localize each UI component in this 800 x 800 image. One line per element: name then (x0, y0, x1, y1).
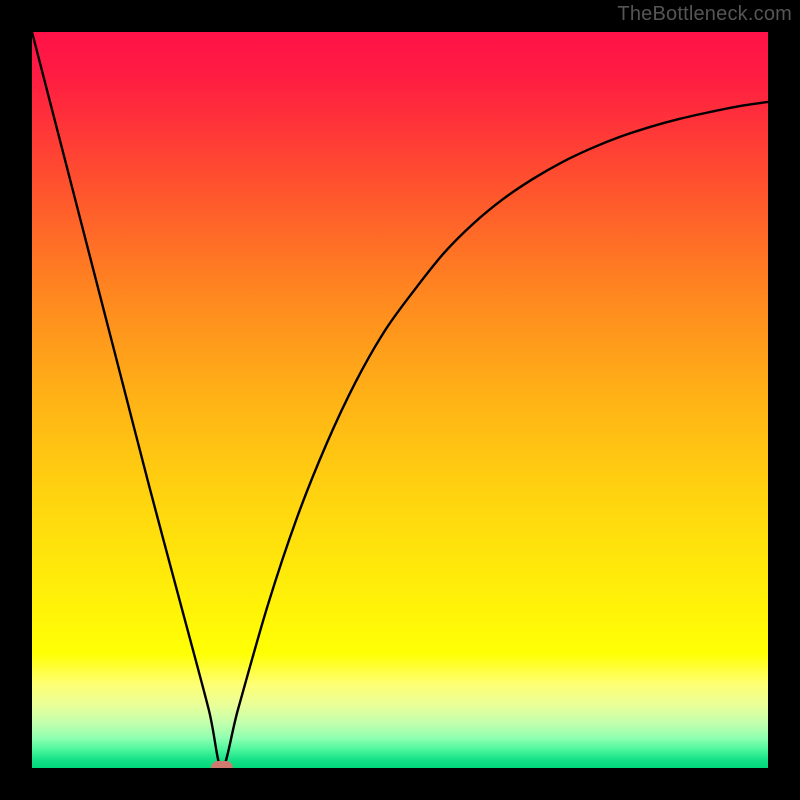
minimum-marker (211, 761, 233, 768)
chart-frame: TheBottleneck.com (0, 0, 800, 800)
curve-layer (32, 32, 768, 768)
watermark-text: TheBottleneck.com (617, 3, 792, 26)
bottleneck-curve (32, 32, 768, 768)
plot-area (32, 32, 768, 768)
